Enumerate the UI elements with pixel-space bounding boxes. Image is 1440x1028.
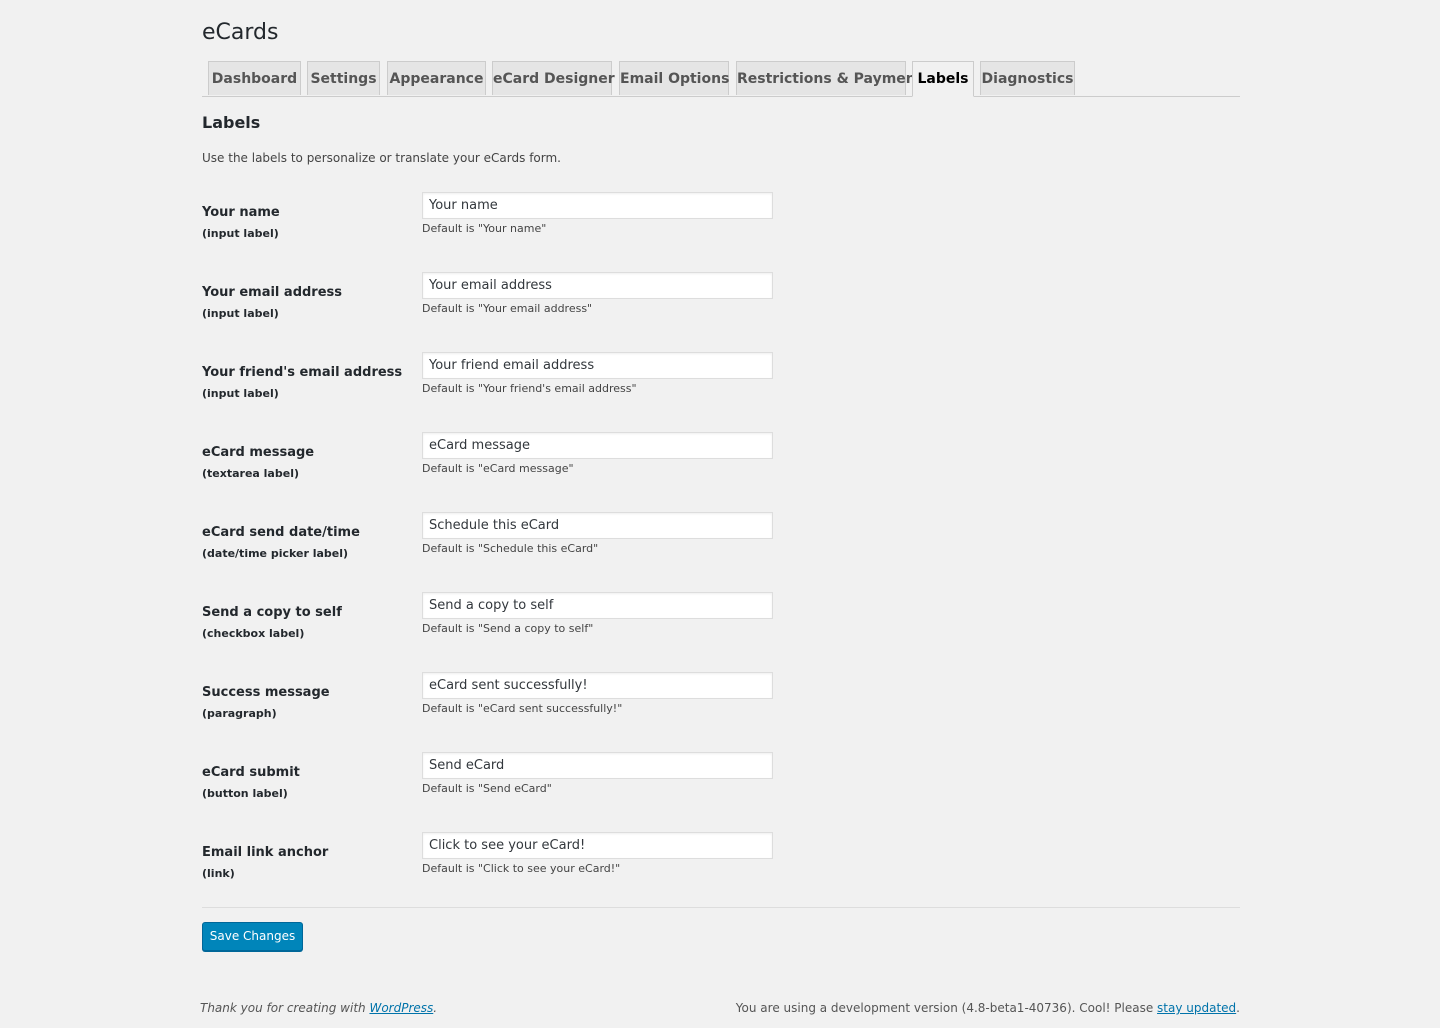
copy-to-self-input[interactable] [422,592,773,619]
field-label: eCard send date/time [202,525,360,540]
divider [202,907,1240,908]
nav-tabs: Dashboard Settings Appearance eCard Desi… [202,61,1240,97]
tab-restrictions-payment[interactable]: Restrictions & Payment [736,61,922,95]
field-description: Default is "Schedule this eCard" [422,542,599,555]
field-row-email-link-anchor: Email link anchor (link) Default is "Cli… [202,832,1240,905]
intro-text: Use the labels to personalize or transla… [202,151,561,165]
tab-appearance[interactable]: Appearance [387,61,486,95]
email-link-anchor-input[interactable] [422,832,773,859]
field-row-ecard-message: eCard message (textarea label) Default i… [202,432,1240,505]
ecard-submit-input[interactable] [422,752,773,779]
save-changes-button[interactable]: Save Changes [202,922,303,951]
field-label: Your name [202,205,280,220]
field-sublabel: (input label) [202,387,279,400]
field-row-ecard-submit: eCard submit (button label) Default is "… [202,752,1240,825]
wordpress-link[interactable]: WordPress [369,1001,433,1015]
field-row-send-date: eCard send date/time (date/time picker l… [202,512,1240,585]
field-label: eCard message [202,445,315,460]
field-label: Success message [202,685,330,700]
stay-updated-link[interactable]: stay updated [1157,1001,1236,1015]
footer-thanks-text: Thank you for creating with [200,1001,370,1015]
success-message-input[interactable] [422,672,773,699]
field-description: Default is "Click to see your eCard!" [422,862,621,875]
section-title: Labels [202,113,261,132]
field-sublabel: (button label) [202,787,288,800]
footer-thanks: Thank you for creating with WordPress. [200,1001,437,1015]
footer-version: You are using a development version (4.8… [736,1001,1240,1015]
field-sublabel: (input label) [202,227,279,240]
your-email-input[interactable] [422,272,773,299]
field-row-friend-email: Your friend's email address (input label… [202,352,1240,425]
tab-email-options[interactable]: Email Options [619,61,729,95]
field-row-success-message: Success message (paragraph) Default is "… [202,672,1240,745]
field-label: eCard submit [202,765,300,780]
field-row-your-name: Your name (input label) Default is "Your… [202,192,1240,265]
field-sublabel: (paragraph) [202,707,277,720]
footer-thanks-end: . [433,1001,438,1015]
field-row-copy-to-self: Send a copy to self (checkbox label) Def… [202,592,1240,665]
field-description: Default is "Your email address" [422,302,593,315]
field-description: Default is "Send eCard" [422,782,552,795]
field-sublabel: (textarea label) [202,467,299,480]
ecard-message-input[interactable] [422,432,773,459]
field-row-your-email: Your email address (input label) Default… [202,272,1240,345]
friend-email-input[interactable] [422,352,773,379]
field-description: Default is "eCard message" [422,462,574,475]
page-title: eCards [202,20,279,45]
footer-version-text: You are using a development version (4.8… [735,1001,1158,1015]
field-sublabel: (date/time picker label) [202,547,349,560]
field-label: Email link anchor [202,845,329,860]
field-sublabel: (link) [202,867,235,880]
field-label: Your friend's email address [202,365,403,380]
field-sublabel: (checkbox label) [202,627,305,640]
tab-labels[interactable]: Labels [912,61,974,97]
field-description: Default is "Your friend's email address" [422,382,637,395]
tab-settings[interactable]: Settings [307,61,380,95]
footer-version-end: . [1236,1001,1240,1015]
tab-dashboard[interactable]: Dashboard [208,61,301,95]
send-date-input[interactable] [422,512,773,539]
tab-diagnostics[interactable]: Diagnostics [980,61,1075,95]
field-description: Default is "Your name" [422,222,547,235]
field-label: Send a copy to self [202,605,342,620]
field-description: Default is "Send a copy to self" [422,622,594,635]
field-description: Default is "eCard sent successfully!" [422,702,623,715]
field-sublabel: (input label) [202,307,279,320]
tab-ecard-designer[interactable]: eCard Designer [492,61,615,95]
your-name-input[interactable] [422,192,773,219]
field-label: Your email address [202,285,343,300]
